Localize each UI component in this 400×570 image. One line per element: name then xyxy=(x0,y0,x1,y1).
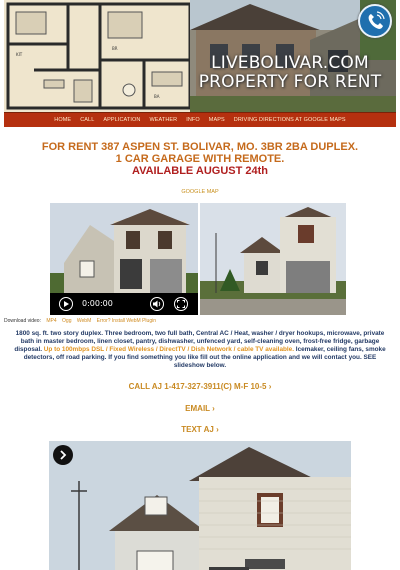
svg-text:KIT: KIT xyxy=(16,52,23,57)
download-ogg-link[interactable]: Ogg xyxy=(62,318,71,324)
fullscreen-icon xyxy=(177,300,185,308)
availability-date: AVAILABLE AUGUST 24th xyxy=(131,165,269,177)
site-title-line2: PROPERTY FOR RENT xyxy=(198,72,382,92)
play-icon xyxy=(60,450,67,460)
media-area: 0:00:00 xyxy=(50,203,346,315)
play-icon xyxy=(64,301,69,307)
call-aj-link[interactable]: CALL AJ 1-417-327-3911(C) M-F 10-5 › xyxy=(4,382,396,391)
property-description: 1800 sq. ft. two story duplex. Three bed… xyxy=(10,330,390,370)
nav-maps[interactable]: MAPS xyxy=(209,117,225,123)
svg-text:BA: BA xyxy=(154,94,160,99)
video-downloads: Download video: MP4 Ogg WebM Error? Inst… xyxy=(4,318,396,324)
video-time: 0:00:00 xyxy=(82,299,113,308)
email-link[interactable]: EMAIL › xyxy=(4,404,396,413)
internet-options: Up to 100mbps DSL / Fixed Wireless / Dir… xyxy=(43,346,295,353)
site-title-line1: LIVEBOLIVAR.COM xyxy=(211,53,369,73)
nav-home[interactable]: HOME xyxy=(54,117,71,123)
nav-driving-directions[interactable]: DRIVING DIRECTIONS AT GOOGLE MAPS xyxy=(234,117,346,123)
headline-garage: 1 CAR GARAGE WITH REMOTE. xyxy=(115,153,285,165)
photo-slideshow[interactable] xyxy=(49,441,351,570)
svg-text:BR: BR xyxy=(112,46,118,51)
headline-address: FOR RENT 387 ASPEN ST. BOLIVAR, MO. 3BR … xyxy=(41,141,359,153)
nav-call[interactable]: CALL xyxy=(80,117,94,123)
slideshow-photo xyxy=(49,441,351,570)
volume-icon xyxy=(153,300,161,308)
phone-call-button[interactable] xyxy=(358,4,392,38)
video-mute-button[interactable] xyxy=(150,297,164,311)
video-fullscreen-button[interactable] xyxy=(174,297,188,311)
nav-application[interactable]: APPLICATION xyxy=(103,117,140,123)
video-play-button[interactable] xyxy=(59,297,73,311)
slideshow-play-button[interactable] xyxy=(53,445,73,465)
install-webm-plugin-link[interactable]: Error? Install WebM Plugin xyxy=(97,318,156,324)
nav-info[interactable]: INFO xyxy=(186,117,200,123)
page: BR KIT BA LIVEBOLIVAR.COM PROPERTY FOR R… xyxy=(4,0,396,570)
text-aj-link[interactable]: TEXT AJ › xyxy=(4,425,396,434)
house-photo-side xyxy=(200,203,346,315)
main-nav: HOME CALL APPLICATION WEATHER INFO MAPS … xyxy=(4,112,396,127)
download-mp4-link[interactable]: MP4 xyxy=(46,318,56,324)
listing-headline: FOR RENT 387 ASPEN ST. BOLIVAR, MO. 3BR … xyxy=(4,141,396,178)
video-controls: 0:00:00 xyxy=(50,293,198,315)
download-webm-link[interactable]: WebM xyxy=(77,318,91,324)
video-player[interactable]: 0:00:00 xyxy=(50,203,198,315)
google-map-link[interactable]: GOOGLE MAP xyxy=(4,189,396,195)
header-banner: BR KIT BA LIVEBOLIVAR.COM PROPERTY FOR R… xyxy=(4,0,396,112)
site-title: LIVEBOLIVAR.COM PROPERTY FOR RENT xyxy=(190,54,390,92)
floor-plan-image: BR KIT BA xyxy=(4,0,194,112)
nav-weather[interactable]: WEATHER xyxy=(149,117,177,123)
phone-icon xyxy=(368,11,385,29)
download-label: Download video: xyxy=(4,318,41,324)
